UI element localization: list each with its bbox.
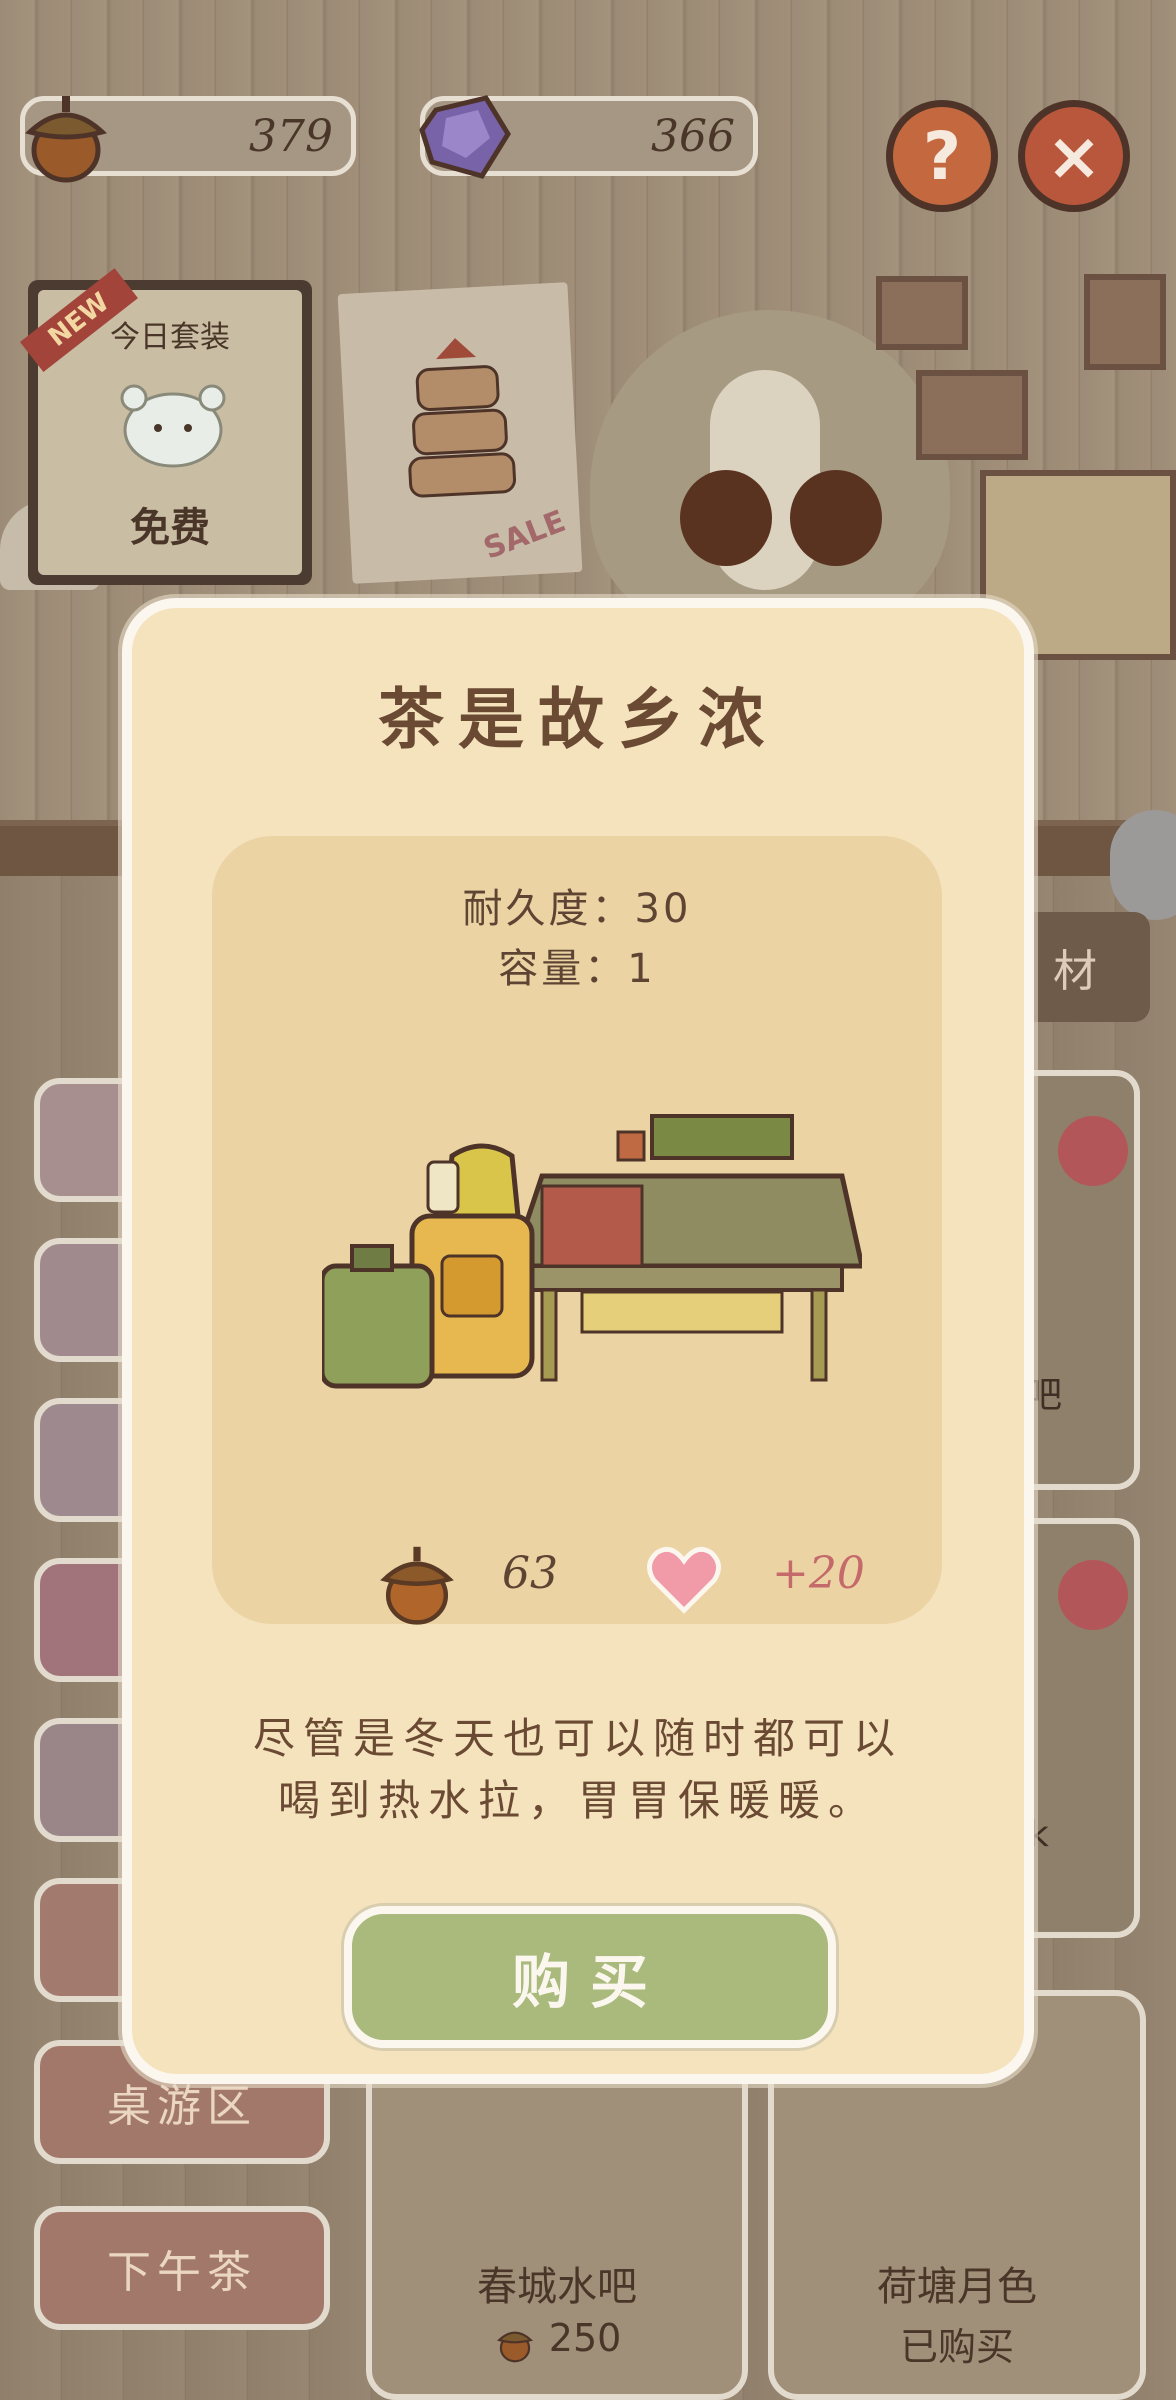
comfort-bonus: +20	[772, 1548, 865, 1599]
stacked-bears-icon	[408, 338, 517, 498]
item-description: 尽管是冬天也可以随时都可以 喝到热水拉，胃胃保暖暖。	[212, 1708, 944, 1832]
durability-stat: 耐久度：30	[462, 886, 692, 932]
shop-card-price-value: 250	[548, 2316, 622, 2360]
daily-outfit-free-tag: 免费	[130, 505, 210, 551]
help-button[interactable]: ?	[886, 100, 998, 212]
creature-eye-right	[790, 470, 882, 566]
acorn-icon	[496, 2331, 533, 2362]
acorn-icon	[25, 96, 107, 183]
shop-card-name: 春城水吧	[477, 2264, 637, 2310]
close-icon: ×	[1046, 117, 1102, 195]
bear-face-icon	[120, 384, 226, 468]
sale-label: SALE	[478, 503, 570, 567]
capacity-stat: 容量：1	[498, 946, 656, 992]
creature-eye-left	[680, 470, 772, 566]
acorn-count: 379	[249, 111, 333, 162]
penguin-icon[interactable]	[1110, 810, 1176, 920]
tea-station-illustration	[322, 1114, 862, 1389]
item-price: 63	[502, 1548, 558, 1599]
item-detail-dialog: 茶是故乡浓 耐久度：30 容量：1 63 +20 尽管是冬天也可以随时都可以 喝…	[122, 598, 1034, 2084]
item-info-panel: 耐久度：30 容量：1 63 +20	[212, 836, 942, 1625]
gem-count: 366	[651, 111, 735, 162]
heart-icon	[647, 1547, 721, 1614]
dialog-title: 茶是故乡浓	[378, 681, 778, 758]
category-tab-afternoon-tea[interactable]: 下午茶	[34, 2206, 330, 2330]
help-label: ?	[922, 117, 962, 195]
item-description-line2: 喝到热水拉，胃胃保暖暖。	[277, 1776, 878, 1825]
shop-card-price: 250	[372, 2316, 742, 2363]
shop-card-name: 荷塘月色	[877, 2264, 1037, 2310]
lock-icon	[1058, 1116, 1128, 1186]
lock-icon	[1058, 1560, 1128, 1630]
item-description-line1: 尽管是冬天也可以随时都可以	[252, 1714, 903, 1763]
sale-poster[interactable]: SALE	[337, 282, 583, 584]
acorn-icon	[380, 1546, 454, 1625]
gem-icon	[419, 95, 511, 179]
close-button[interactable]: ×	[1018, 100, 1130, 212]
shop-card-status: 已购买	[899, 2325, 1014, 2369]
buy-button[interactable]: 购买	[344, 1906, 836, 2048]
